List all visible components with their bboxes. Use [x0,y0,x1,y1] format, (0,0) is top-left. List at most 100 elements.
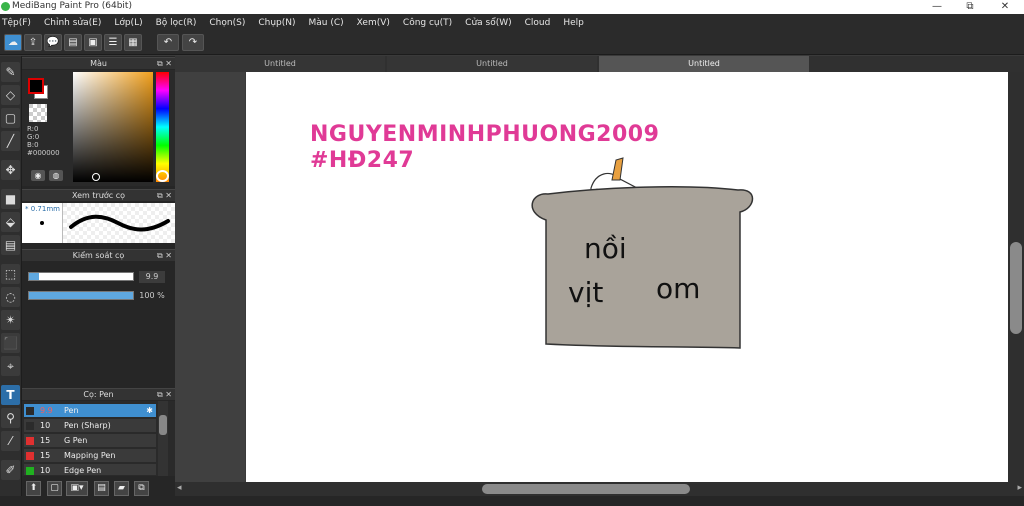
menu-select[interactable]: Chọn(S) [209,18,245,28]
cloud-icon[interactable]: ☁ [4,34,22,51]
pot-drawing: x [531,157,754,349]
select-eraser-tool-icon[interactable]: ⌖ [1,356,20,376]
folder-icon[interactable]: ▰ [114,481,129,496]
new-brush-icon[interactable]: ▢ [47,481,62,496]
grid-icon[interactable]: ▦ [124,34,142,51]
panel-buttons: ⧉ ✕ [157,58,172,70]
hue-slider[interactable] [156,72,169,182]
palette-button[interactable]: ◉ [31,170,45,181]
canvas-horizontal-scrollbar[interactable]: ◂ ▸ [175,482,1024,496]
brush-color [26,437,34,445]
brush-item-edge-pen[interactable]: 10 Edge Pen [24,464,156,476]
menu-color[interactable]: Màu (C) [309,18,344,28]
saturation-value-picker[interactable] [73,72,153,182]
brush-control-panel: 9.9 100 % [22,263,175,308]
close-icon[interactable]: ✕ [165,390,172,399]
brush-name: Mapping Pen [64,451,116,460]
brush-item-g-pen[interactable]: 15 G Pen [24,434,156,448]
control-panel-title: Kiểm soát cọ [72,251,125,260]
vertical-scroll-thumb[interactable] [1010,242,1022,334]
menu-help[interactable]: Help [563,18,584,28]
menu-bar: Tệp(F) Chỉnh sửa(E) Lớp(L) Bộ lọc(R) Chọ… [0,14,1024,31]
brush-size-slider[interactable] [28,272,134,281]
document-tabs: Untitled Untitled Untitled [175,56,1024,72]
canvas-vertical-scrollbar[interactable] [1008,72,1024,482]
close-icon[interactable]: ✕ [165,251,172,260]
drawing-canvas[interactable]: NGUYENMINHPHUONG2009 #HĐ247 x nồi vịt om [246,72,1008,482]
eyedropper-tool-icon[interactable]: ⁄ [1,431,20,451]
undo-button[interactable]: ↶ [157,34,179,51]
close-icon[interactable]: ✕ [165,191,172,200]
menu-snap[interactable]: Chụp(N) [258,18,295,28]
move-tool-icon[interactable]: ✥ [1,160,20,180]
menu-cloud[interactable]: Cloud [525,18,551,28]
close-icon[interactable]: ✕ [165,59,172,68]
menu-filter[interactable]: Bộ lọc(R) [156,18,197,28]
menu-edit[interactable]: Chỉnh sửa(E) [44,18,101,28]
menu-tools[interactable]: Công cụ(T) [403,18,452,28]
brush-settings-icon[interactable]: ▤ [94,481,109,496]
brush-item-pen-sharp[interactable]: 10 Pen (Sharp) [24,419,156,433]
eraser-tool-icon[interactable]: ◇ [1,85,20,105]
control-panel-header: Kiểm soát cọ ⧉ ✕ [22,249,175,261]
bucket-tool-icon[interactable]: ⬙ [1,212,20,232]
popout-icon[interactable]: ⧉ [157,390,163,399]
comment-icon[interactable]: 💬 [44,34,62,51]
brush-name: Pen (Sharp) [64,421,111,430]
line-tool-icon[interactable]: ╱ [1,131,20,151]
text-tool-icon[interactable]: T [1,385,20,405]
gradient-tool-icon[interactable]: ▤ [1,235,20,255]
popout-icon[interactable]: ⧉ [157,191,163,200]
hue-marker[interactable] [156,170,169,182]
tab-untitled-2[interactable]: Untitled [387,56,597,72]
scroll-thumb[interactable] [159,415,167,435]
tab-untitled-3[interactable]: Untitled [599,56,809,72]
page-icon[interactable]: ▣ [84,34,102,51]
lasso-tool-icon[interactable]: ◌ [1,287,20,307]
cloud-upload-icon[interactable]: ⬆ [26,481,41,496]
tab-untitled-1[interactable]: Untitled [175,56,385,72]
scroll-right-icon[interactable]: ▸ [1017,483,1022,493]
list-icon[interactable]: ☰ [104,34,122,51]
add-brush-menu-icon[interactable]: ▣▾ [66,481,88,496]
scroll-left-icon[interactable]: ◂ [177,483,182,493]
gear-icon[interactable]: ✱ [146,404,153,418]
brush-size-fill [29,273,40,280]
maximize-button[interactable]: ⧉ [955,0,985,14]
brush-color [26,407,34,415]
fill-rect-tool-icon[interactable]: ■ [1,189,20,209]
green-value: G:0 [27,133,40,141]
color-mode-button[interactable]: ◍ [49,170,63,181]
rectangle-tool-icon[interactable]: ▢ [1,108,20,128]
message-icon[interactable]: ▤ [64,34,82,51]
pen-tool-icon[interactable]: ✐ [1,460,20,480]
close-button[interactable]: ✕ [990,0,1020,14]
opacity-slider[interactable] [28,291,134,300]
hex-value: #000000 [27,149,60,157]
hand-tool-icon[interactable]: ⚲ [1,408,20,428]
select-pen-tool-icon[interactable]: ⬛ [1,333,20,353]
popout-icon[interactable]: ⧉ [157,251,163,260]
stroke-sample [69,214,170,232]
brush-item-mapping-pen[interactable]: 15 Mapping Pen [24,449,156,463]
menu-window[interactable]: Cửa sổ(W) [465,18,511,28]
foreground-color-swatch[interactable] [28,78,44,94]
copy-brush-icon[interactable]: ⧉ [134,481,149,496]
brush-tool-icon[interactable]: ✎ [1,62,20,82]
transparent-color-swatch[interactable] [29,104,47,122]
brush-item-pen[interactable]: 9.9 Pen ✱ [24,404,156,418]
upload-icon[interactable]: ⇪ [24,34,42,51]
brush-list-scrollbar[interactable] [158,401,168,476]
brush-name: Pen [64,406,79,415]
sv-marker[interactable] [92,173,100,181]
magic-wand-tool-icon[interactable]: ✴ [1,310,20,330]
brush-size-field[interactable]: 9.9 [139,271,165,283]
menu-file[interactable]: Tệp(F) [2,18,31,28]
minimize-button[interactable]: — [922,0,952,14]
horizontal-scroll-thumb[interactable] [482,484,690,494]
menu-view[interactable]: Xem(V) [357,18,390,28]
redo-button[interactable]: ↷ [182,34,204,51]
popout-icon[interactable]: ⧉ [157,59,163,68]
menu-layer[interactable]: Lớp(L) [114,18,142,28]
select-tool-icon[interactable]: ⬚ [1,264,20,284]
